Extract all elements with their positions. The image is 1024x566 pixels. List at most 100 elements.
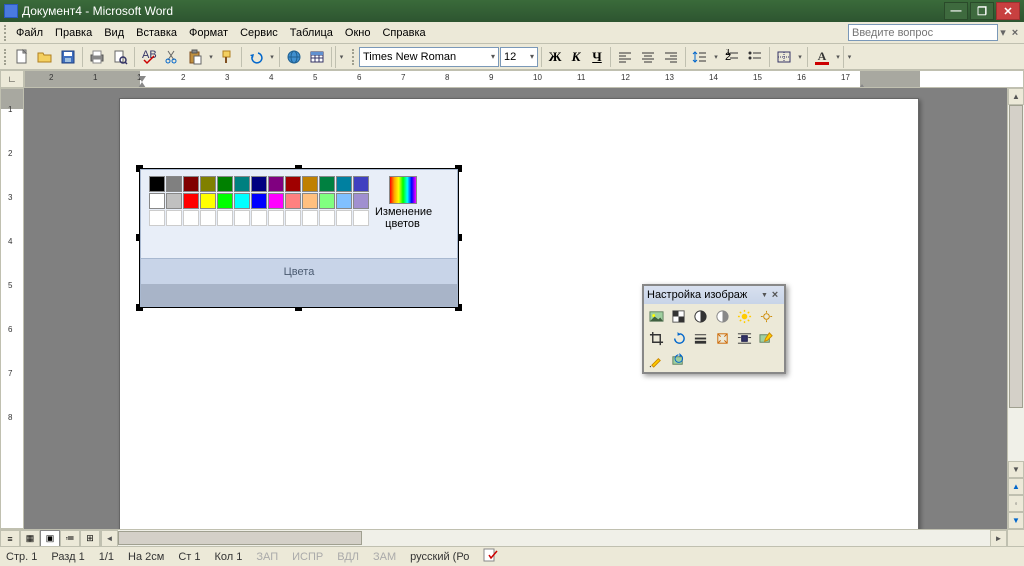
grip-icon[interactable]	[4, 25, 8, 41]
compress-picture-button[interactable]	[711, 327, 733, 349]
tab-selector[interactable]: ∟	[0, 70, 24, 88]
view-normal-button[interactable]: ≡	[0, 530, 20, 547]
font-name-selector[interactable]: Times New Roman▾	[359, 47, 499, 67]
color-swatch-empty[interactable]	[234, 210, 250, 226]
hscroll-thumb[interactable]	[118, 531, 362, 545]
color-swatch-empty[interactable]	[251, 210, 267, 226]
close-button[interactable]: ✕	[996, 2, 1020, 20]
color-swatch[interactable]	[319, 193, 335, 209]
document-page[interactable]	[119, 98, 919, 529]
underline-button[interactable]: Ч	[587, 47, 607, 67]
undo-button[interactable]	[245, 46, 267, 68]
horizontal-ruler[interactable]: 3211234567891011121314151617	[24, 70, 1024, 88]
spellcheck-status-icon[interactable]	[483, 548, 499, 565]
color-swatch-empty[interactable]	[166, 210, 182, 226]
color-swatch-empty[interactable]	[285, 210, 301, 226]
color-swatch[interactable]	[234, 176, 250, 192]
color-swatch[interactable]	[183, 193, 199, 209]
scroll-left-button[interactable]: ◄	[101, 530, 118, 547]
selected-object[interactable]: Изменение цветов Цвета	[139, 168, 459, 308]
menu-help[interactable]: Справка	[376, 25, 431, 41]
save-button[interactable]	[57, 46, 79, 68]
color-swatch-empty[interactable]	[183, 210, 199, 226]
scroll-down-button[interactable]: ▼	[1008, 461, 1024, 478]
less-contrast-button[interactable]	[711, 305, 733, 327]
bold-button[interactable]: Ж	[545, 47, 565, 67]
color-swatch[interactable]	[251, 193, 267, 209]
view-reading-button[interactable]: ⊞	[80, 530, 100, 547]
color-swatch[interactable]	[166, 176, 182, 192]
browse-object-button[interactable]: ◦	[1008, 495, 1024, 512]
color-swatch[interactable]	[353, 176, 369, 192]
vertical-ruler[interactable]: 2112345678	[0, 88, 24, 529]
change-colors-button[interactable]: Изменение цветов	[375, 176, 430, 256]
scroll-thumb[interactable]	[1009, 105, 1023, 408]
color-swatch-empty[interactable]	[217, 210, 233, 226]
color-swatch[interactable]	[353, 193, 369, 209]
view-outline-button[interactable]: ≔	[60, 530, 80, 547]
color-swatch-empty[interactable]	[319, 210, 335, 226]
scroll-up-button[interactable]: ▲	[1008, 88, 1024, 105]
previous-page-button[interactable]: ▲	[1008, 478, 1024, 495]
color-swatch-empty[interactable]	[268, 210, 284, 226]
borders-dropdown[interactable]: ▾	[796, 46, 804, 68]
spellcheck-button[interactable]: ABC	[138, 46, 160, 68]
help-question-input[interactable]	[848, 24, 998, 41]
view-web-button[interactable]: ▦	[20, 530, 40, 547]
hyperlink-button[interactable]	[283, 46, 305, 68]
color-swatch[interactable]	[217, 193, 233, 209]
text-wrapping-button[interactable]	[733, 327, 755, 349]
doc-close-button[interactable]: ×	[1008, 27, 1022, 39]
italic-button[interactable]: К	[566, 47, 586, 67]
scroll-track[interactable]	[1008, 105, 1024, 461]
paste-dropdown[interactable]: ▾	[207, 46, 215, 68]
maximize-button[interactable]: ❐	[970, 2, 994, 20]
font-size-selector[interactable]: 12▾	[500, 47, 538, 67]
numbered-list-button[interactable]: 12	[721, 46, 743, 68]
menu-tools[interactable]: Сервис	[234, 25, 284, 41]
color-swatch[interactable]	[166, 193, 182, 209]
scroll-right-button[interactable]: ►	[990, 530, 1007, 547]
minimize-button[interactable]: —	[944, 2, 968, 20]
color-button[interactable]	[667, 305, 689, 327]
color-swatch[interactable]	[200, 176, 216, 192]
more-brightness-button[interactable]	[733, 305, 755, 327]
picture-toolbar-close[interactable]: ×	[769, 289, 781, 301]
toolbar-overflow[interactable]: ▾	[335, 46, 347, 68]
document-area[interactable]: Изменение цветов Цвета Настройка изображ…	[24, 88, 1007, 529]
toolbar-overflow[interactable]: ▾	[843, 46, 855, 68]
color-swatch[interactable]	[251, 176, 267, 192]
color-swatch-empty[interactable]	[149, 210, 165, 226]
color-swatch[interactable]	[149, 176, 165, 192]
align-center-button[interactable]	[637, 46, 659, 68]
menu-file[interactable]: Файл	[10, 25, 49, 41]
toolbar-options-icon[interactable]: ▼	[761, 292, 769, 299]
more-contrast-button[interactable]	[689, 305, 711, 327]
crop-button[interactable]	[645, 327, 667, 349]
color-swatch[interactable]	[285, 193, 301, 209]
reset-picture-button[interactable]	[667, 349, 689, 371]
color-swatch[interactable]	[285, 176, 301, 192]
vertical-scrollbar[interactable]: ▲ ▼ ▲ ◦ ▼	[1007, 88, 1024, 529]
color-swatch[interactable]	[319, 176, 335, 192]
color-swatch[interactable]	[234, 193, 250, 209]
format-painter-button[interactable]	[216, 46, 238, 68]
borders-button[interactable]	[773, 46, 795, 68]
horizontal-scrollbar[interactable]: ◄ ►	[101, 530, 1007, 546]
next-page-button[interactable]: ▼	[1008, 512, 1024, 529]
set-transparent-color-button[interactable]	[645, 349, 667, 371]
status-ext[interactable]: ВДЛ	[337, 551, 359, 563]
grip-icon[interactable]	[4, 49, 8, 65]
color-swatch-empty[interactable]	[200, 210, 216, 226]
cut-button[interactable]	[161, 46, 183, 68]
format-picture-button[interactable]	[755, 327, 777, 349]
status-ovr[interactable]: ЗАМ	[373, 551, 396, 563]
insert-table-button[interactable]	[306, 46, 328, 68]
menu-insert[interactable]: Вставка	[130, 25, 183, 41]
bulleted-list-button[interactable]	[744, 46, 766, 68]
print-preview-button[interactable]	[109, 46, 131, 68]
undo-dropdown[interactable]: ▾	[268, 46, 276, 68]
menu-format[interactable]: Формат	[183, 25, 234, 41]
less-brightness-button[interactable]	[755, 305, 777, 327]
line-spacing-dropdown[interactable]: ▾	[712, 46, 720, 68]
